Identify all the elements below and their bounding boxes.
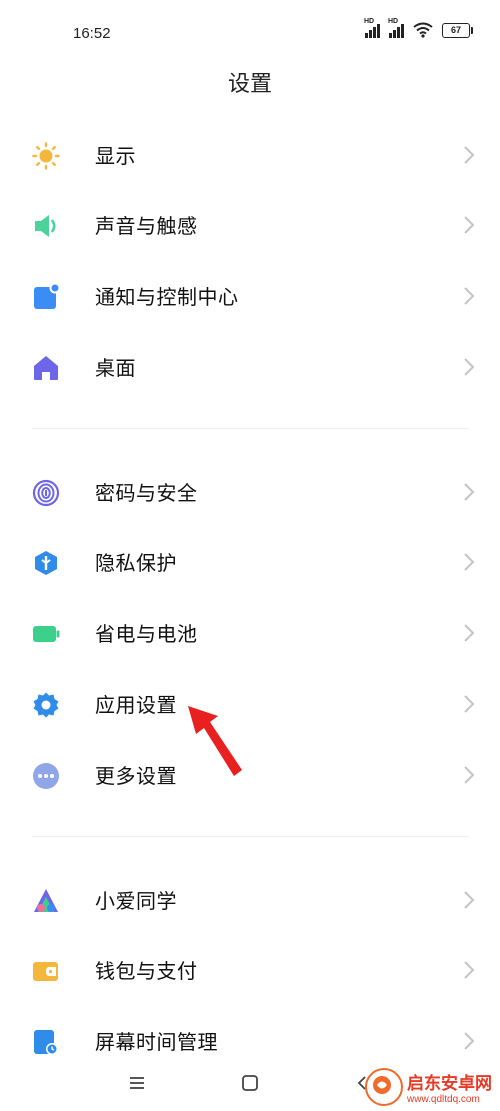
chevron-right-icon [464,358,475,376]
notification-icon [34,283,60,309]
wallet-icon [33,962,58,981]
chevron-right-icon [464,483,475,501]
settings-item-battery[interactable]: 省电与电池 [0,598,500,668]
settings-item-display[interactable]: 显示 [0,120,500,190]
chevron-right-icon [464,891,475,909]
chevron-right-icon [464,146,475,164]
chevron-right-icon [464,553,475,571]
settings-item-privacy[interactable]: 隐私保护 [0,527,500,597]
battery-indicator: 67 [442,22,473,38]
settings-item-label: 隐私保护 [95,551,177,575]
sun-icon [32,142,60,170]
fingerprint-icon [32,479,60,507]
home-button-icon[interactable] [237,1070,263,1096]
annotation-arrow-icon [188,706,242,776]
settings-item-label: 应用设置 [95,693,177,717]
hd-tag-2: HD [388,18,399,25]
chevron-right-icon [464,287,475,305]
settings-item-desktop[interactable]: 桌面 [0,332,500,402]
more-icon [33,763,59,789]
watermark: 启东安卓网 www.qdltdq.com [365,1068,492,1106]
xiaoai-icon [34,889,58,912]
chevron-right-icon [464,624,475,642]
watermark-name: 启东安卓网 [407,1074,492,1094]
settings-item-label: 密码与安全 [95,481,198,505]
gear-icon [33,692,59,718]
signal-icon-2: HD [388,18,404,38]
speaker-icon [35,215,56,237]
settings-item-xiaoai[interactable]: 小爱同学 [0,865,500,935]
chevron-right-icon [464,1032,475,1050]
status-icons: HD HD 67 [364,18,473,38]
screen-time-icon [34,1030,58,1055]
settings-item-app-settings[interactable]: 应用设置 [0,669,500,739]
watermark-logo-icon [365,1068,403,1106]
settings-item-label: 显示 [95,144,136,168]
menu-icon[interactable] [124,1070,150,1096]
settings-item-label: 桌面 [95,356,136,380]
settings-item-notifications[interactable]: 通知与控制中心 [0,261,500,331]
section-divider [32,836,469,837]
watermark-url: www.qdltdq.com [407,1094,480,1105]
chevron-right-icon [464,961,475,979]
shield-icon [35,551,57,575]
status-time: 16:52 [73,25,111,42]
settings-item-label: 通知与控制中心 [95,285,239,309]
settings-item-label: 声音与触感 [95,214,198,238]
signal-icon: HD [364,18,380,38]
settings-item-more-settings[interactable]: 更多设置 [0,740,500,810]
settings-item-label: 屏幕时间管理 [95,1030,218,1054]
home-icon [34,356,58,380]
settings-item-label: 省电与电池 [95,622,198,646]
chevron-right-icon [464,216,475,234]
hd-tag: HD [364,18,375,25]
battery-icon [33,626,60,642]
chevron-right-icon [464,766,475,784]
settings-item-label: 钱包与支付 [95,959,198,983]
page-title: 设置 [227,72,272,97]
status-bar: 16:52 HD HD 67 [0,0,500,68]
section-divider [32,428,469,429]
settings-item-wallet[interactable]: 钱包与支付 [0,935,500,1005]
settings-item-label: 更多设置 [95,764,177,788]
settings-item-label: 小爱同学 [95,889,177,913]
settings-item-password-security[interactable]: 密码与安全 [0,457,500,527]
wifi-icon [413,22,433,38]
chevron-right-icon [464,695,475,713]
settings-item-sound[interactable]: 声音与触感 [0,190,500,260]
